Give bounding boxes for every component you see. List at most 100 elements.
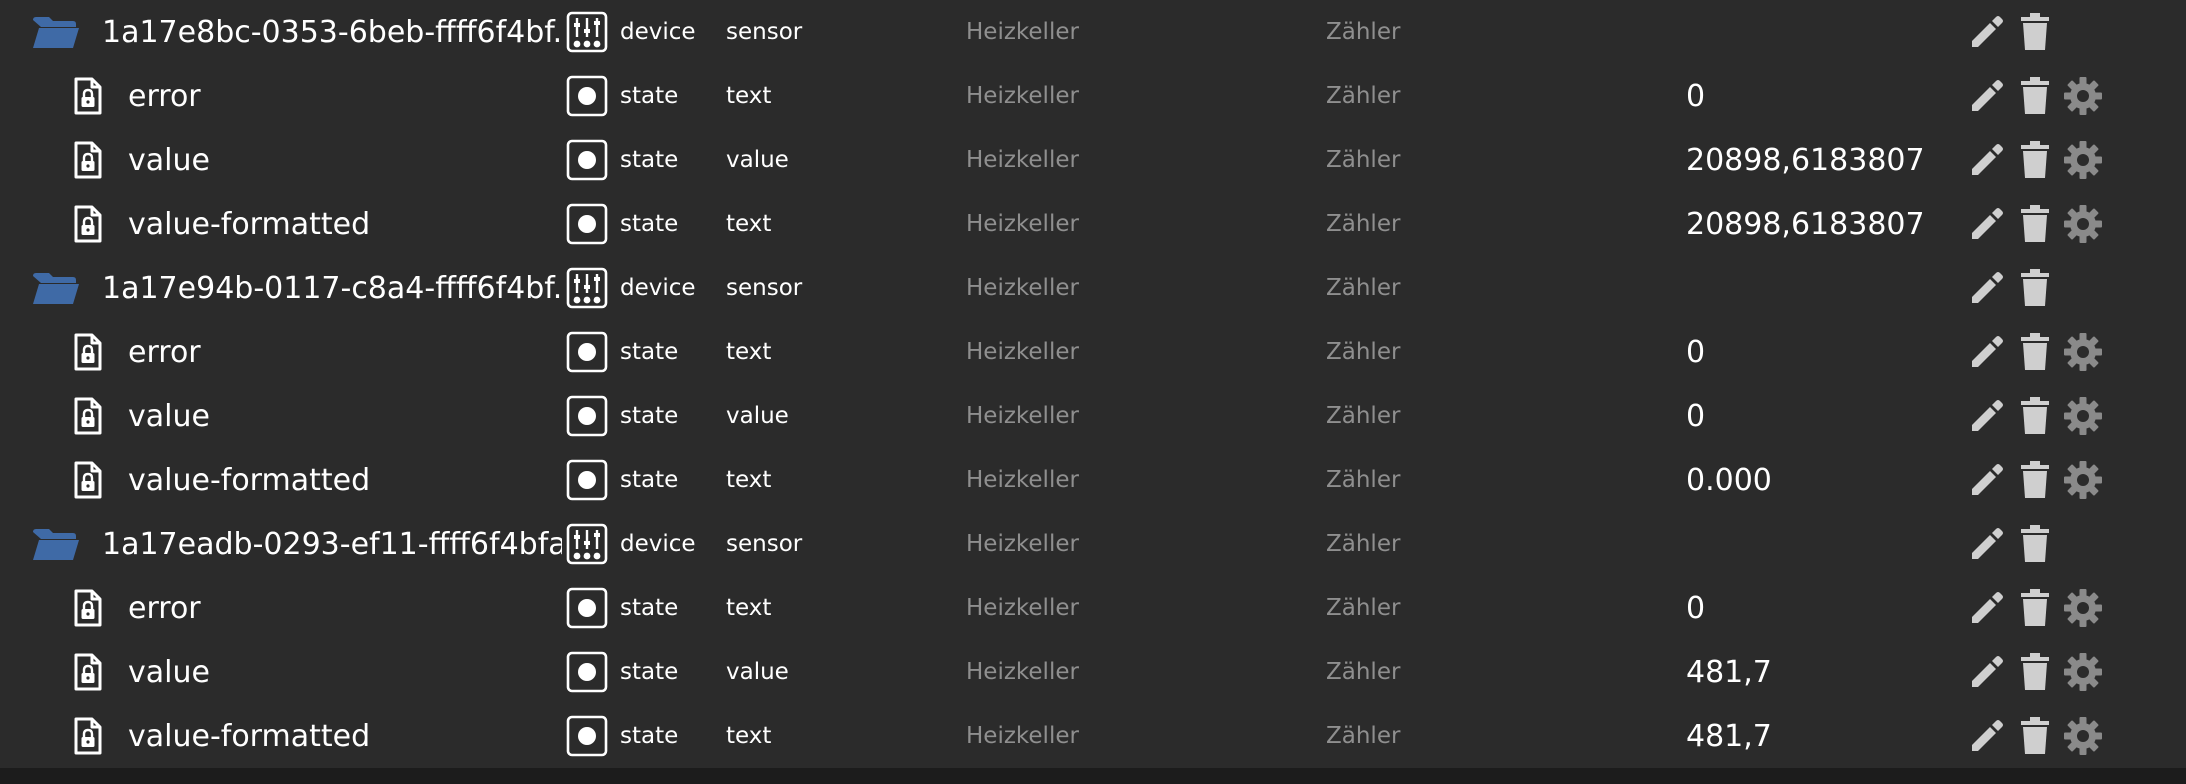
delete-icon[interactable] <box>2014 651 2056 693</box>
object-type: state <box>566 320 716 384</box>
tree-row-state[interactable]: error state text Heizkeller Zähler 0 <box>0 576 2186 640</box>
state-icon <box>566 587 608 629</box>
object-type: state <box>566 640 716 704</box>
object-function: Zähler <box>1326 595 1401 621</box>
row-actions <box>1966 704 2166 768</box>
tree-row-state[interactable]: value state value Heizkeller Zähler 481,… <box>0 640 2186 704</box>
type-label: device <box>620 531 696 557</box>
object-value <box>1686 512 1966 576</box>
object-name: value-formatted <box>128 718 371 754</box>
delete-icon[interactable] <box>2014 715 2056 757</box>
settings-icon[interactable] <box>2062 651 2104 693</box>
edit-icon[interactable] <box>1966 203 2008 245</box>
delete-icon[interactable] <box>2014 587 2056 629</box>
object-room: Heizkeller <box>966 403 1079 429</box>
tree-row-state[interactable]: value-formatted state text Heizkeller Zä… <box>0 192 2186 256</box>
locked-file-icon <box>64 64 112 128</box>
object-value: 481,7 <box>1686 718 1772 754</box>
tree-row-device[interactable]: 1a17e94b-0117-c8a4-ffff6f4bf... device s… <box>0 256 2186 320</box>
object-value: 20898,6183807 <box>1686 142 1925 178</box>
delete-icon[interactable] <box>2014 11 2056 53</box>
object-value <box>1686 256 1966 320</box>
edit-icon[interactable] <box>1966 267 2008 309</box>
state-icon <box>566 139 608 181</box>
device-sliders-icon <box>566 523 608 565</box>
state-icon <box>566 75 608 117</box>
object-room: Heizkeller <box>966 531 1079 557</box>
type-label: state <box>620 147 679 173</box>
locked-file-icon <box>64 192 112 256</box>
object-role: text <box>726 723 772 749</box>
settings-icon[interactable] <box>2062 331 2104 373</box>
tree-row-state[interactable]: error state text Heizkeller Zähler 0 <box>0 320 2186 384</box>
object-type: device <box>566 512 716 576</box>
settings-icon[interactable] <box>2062 203 2104 245</box>
folder-icon[interactable] <box>28 512 84 576</box>
folder-icon[interactable] <box>28 256 84 320</box>
tree-row-state[interactable]: value state value Heizkeller Zähler 0 <box>0 384 2186 448</box>
delete-icon[interactable] <box>2014 203 2056 245</box>
delete-icon[interactable] <box>2014 267 2056 309</box>
type-label: state <box>620 83 679 109</box>
edit-icon[interactable] <box>1966 139 2008 181</box>
object-function: Zähler <box>1326 531 1401 557</box>
settings-icon[interactable] <box>2062 715 2104 757</box>
object-room: Heizkeller <box>966 659 1079 685</box>
edit-icon[interactable] <box>1966 587 2008 629</box>
object-name: error <box>128 78 201 114</box>
edit-icon[interactable] <box>1966 523 2008 565</box>
object-room: Heizkeller <box>966 147 1079 173</box>
row-actions <box>1966 384 2166 448</box>
settings-icon[interactable] <box>2062 395 2104 437</box>
edit-icon[interactable] <box>1966 459 2008 501</box>
tree-row-device[interactable]: 1a17e8bc-0353-6beb-ffff6f4bf... device s… <box>0 0 2186 64</box>
settings-icon[interactable] <box>2062 459 2104 501</box>
object-value: 0 <box>1686 398 1706 434</box>
locked-file-icon <box>64 128 112 192</box>
folder-icon[interactable] <box>28 0 84 64</box>
object-function: Zähler <box>1326 339 1401 365</box>
edit-icon[interactable] <box>1966 395 2008 437</box>
object-function: Zähler <box>1326 83 1401 109</box>
state-icon <box>566 203 608 245</box>
edit-icon[interactable] <box>1966 651 2008 693</box>
object-value <box>1686 0 1966 64</box>
settings-icon[interactable] <box>2062 139 2104 181</box>
settings-icon[interactable] <box>2062 75 2104 117</box>
delete-icon[interactable] <box>2014 139 2056 181</box>
object-role: text <box>726 467 772 493</box>
object-role: text <box>726 339 772 365</box>
object-name: 1a17e8bc-0353-6beb-ffff6f4bf... <box>102 14 562 50</box>
object-function: Zähler <box>1326 147 1401 173</box>
object-type: state <box>566 128 716 192</box>
object-type: device <box>566 0 716 64</box>
tree-row-state[interactable]: value-formatted state text Heizkeller Zä… <box>0 448 2186 512</box>
object-room: Heizkeller <box>966 211 1079 237</box>
tree-row-state[interactable]: error state text Heizkeller Zähler 0 <box>0 64 2186 128</box>
row-actions <box>1966 320 2166 384</box>
tree-row-device[interactable]: 1a17eadb-0293-ef11-ffff6f4bfa... device … <box>0 512 2186 576</box>
delete-icon[interactable] <box>2014 395 2056 437</box>
tree-row-state[interactable]: value state value Heizkeller Zähler 2089… <box>0 128 2186 192</box>
object-name: error <box>128 590 201 626</box>
object-room: Heizkeller <box>966 467 1079 493</box>
edit-icon[interactable] <box>1966 331 2008 373</box>
delete-icon[interactable] <box>2014 331 2056 373</box>
object-type: state <box>566 384 716 448</box>
object-function: Zähler <box>1326 211 1401 237</box>
delete-icon[interactable] <box>2014 459 2056 501</box>
object-role: value <box>726 147 789 173</box>
settings-icon[interactable] <box>2062 587 2104 629</box>
object-name: value <box>128 398 210 434</box>
delete-icon[interactable] <box>2014 523 2056 565</box>
locked-file-icon <box>64 384 112 448</box>
row-actions <box>1966 64 2166 128</box>
object-name: error <box>128 334 201 370</box>
tree-row-state[interactable]: value-formatted state text Heizkeller Zä… <box>0 704 2186 768</box>
edit-icon[interactable] <box>1966 715 2008 757</box>
object-function: Zähler <box>1326 659 1401 685</box>
object-value: 481,7 <box>1686 654 1772 690</box>
delete-icon[interactable] <box>2014 75 2056 117</box>
edit-icon[interactable] <box>1966 75 2008 117</box>
edit-icon[interactable] <box>1966 11 2008 53</box>
